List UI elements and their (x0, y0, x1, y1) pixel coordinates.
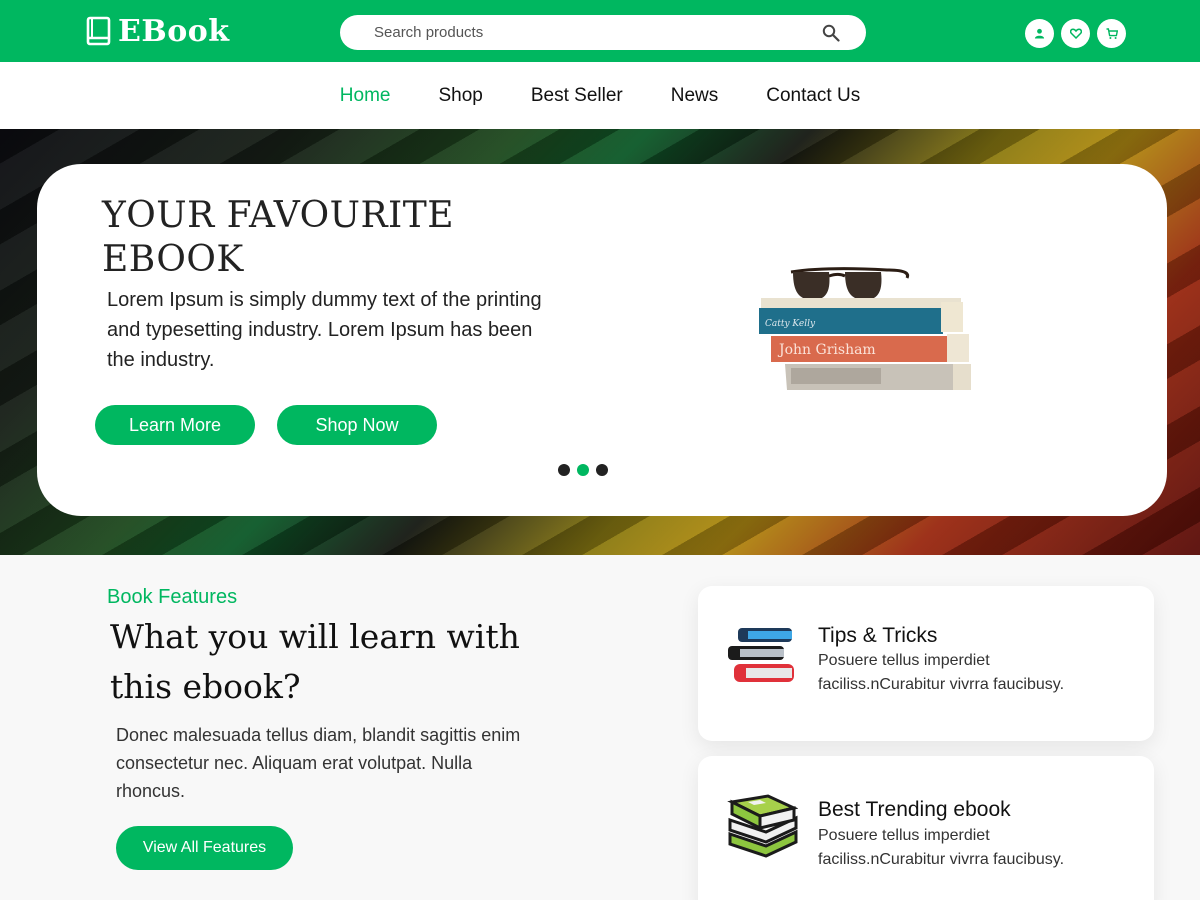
hero-text: Lorem Ipsum is simply dummy text of the … (107, 289, 542, 371)
feature-card-text: Posuere tellus imperdiet faciliss.nCurab… (818, 652, 1065, 693)
wishlist-button[interactable] (1061, 19, 1090, 48)
logo[interactable]: EBook (86, 13, 230, 49)
search-bar (340, 15, 866, 50)
hero-title: YOUR FAVOURITE EBOOK (102, 195, 455, 280)
books-image: Catty Kelly John Grisham (759, 267, 971, 390)
book-icon (86, 16, 111, 46)
hero-banner: YOUR FAVOURITE EBOOK Lorem Ipsum is simp… (0, 129, 1200, 555)
features-eyebrow: Book Features (107, 586, 238, 608)
features-text: Donec malesuada tellus diam, blandit sag… (116, 725, 521, 801)
nav-item-contact-us[interactable]: Contact Us (766, 85, 860, 107)
book-stack-icon (728, 628, 794, 682)
user-icon (1034, 28, 1045, 39)
header-actions (1025, 19, 1126, 48)
top-bar: EBook (0, 0, 1200, 62)
book-spine-text: Catty Kelly (765, 319, 816, 329)
feature-card[interactable]: Best Trending ebook Posuere tellus imper… (698, 756, 1154, 900)
feature-card[interactable]: Tips & Tricks Posuere tellus imperdiet f… (698, 586, 1154, 741)
search-icon[interactable] (822, 24, 840, 42)
heart-icon (1069, 28, 1082, 39)
logo-text: EBook (118, 13, 230, 49)
slider-dot[interactable] (558, 464, 570, 476)
nav-item-best-seller[interactable]: Best Seller (531, 85, 623, 107)
shop-now-button[interactable]: Shop Now (277, 405, 437, 445)
search-input[interactable] (374, 22, 804, 43)
nav-item-news[interactable]: News (671, 85, 719, 107)
sunglasses-icon (790, 267, 910, 300)
slider-dot-active[interactable] (577, 464, 589, 476)
green-books-icon (727, 794, 798, 858)
nav-item-home[interactable]: Home (340, 85, 391, 107)
slider-dots (558, 464, 608, 476)
feature-card-text: Posuere tellus imperdiet faciliss.nCurab… (818, 827, 1065, 868)
view-all-features-button[interactable]: View All Features (116, 826, 293, 870)
cart-button[interactable] (1097, 19, 1126, 48)
book-spine-text: John Grisham (777, 342, 876, 358)
features-title: What you will learn with this ebook? (110, 617, 520, 706)
feature-card-title: Best Trending ebook (818, 798, 1011, 821)
feature-card-title: Tips & Tricks (818, 624, 938, 647)
slider-dot[interactable] (596, 464, 608, 476)
main-nav: Home Shop Best Seller News Contact Us (0, 62, 1200, 129)
learn-more-button[interactable]: Learn More (95, 405, 255, 445)
cart-icon (1106, 27, 1118, 39)
nav-item-shop[interactable]: Shop (438, 85, 482, 107)
account-button[interactable] (1025, 19, 1054, 48)
hero-card: YOUR FAVOURITE EBOOK Lorem Ipsum is simp… (37, 164, 1167, 516)
